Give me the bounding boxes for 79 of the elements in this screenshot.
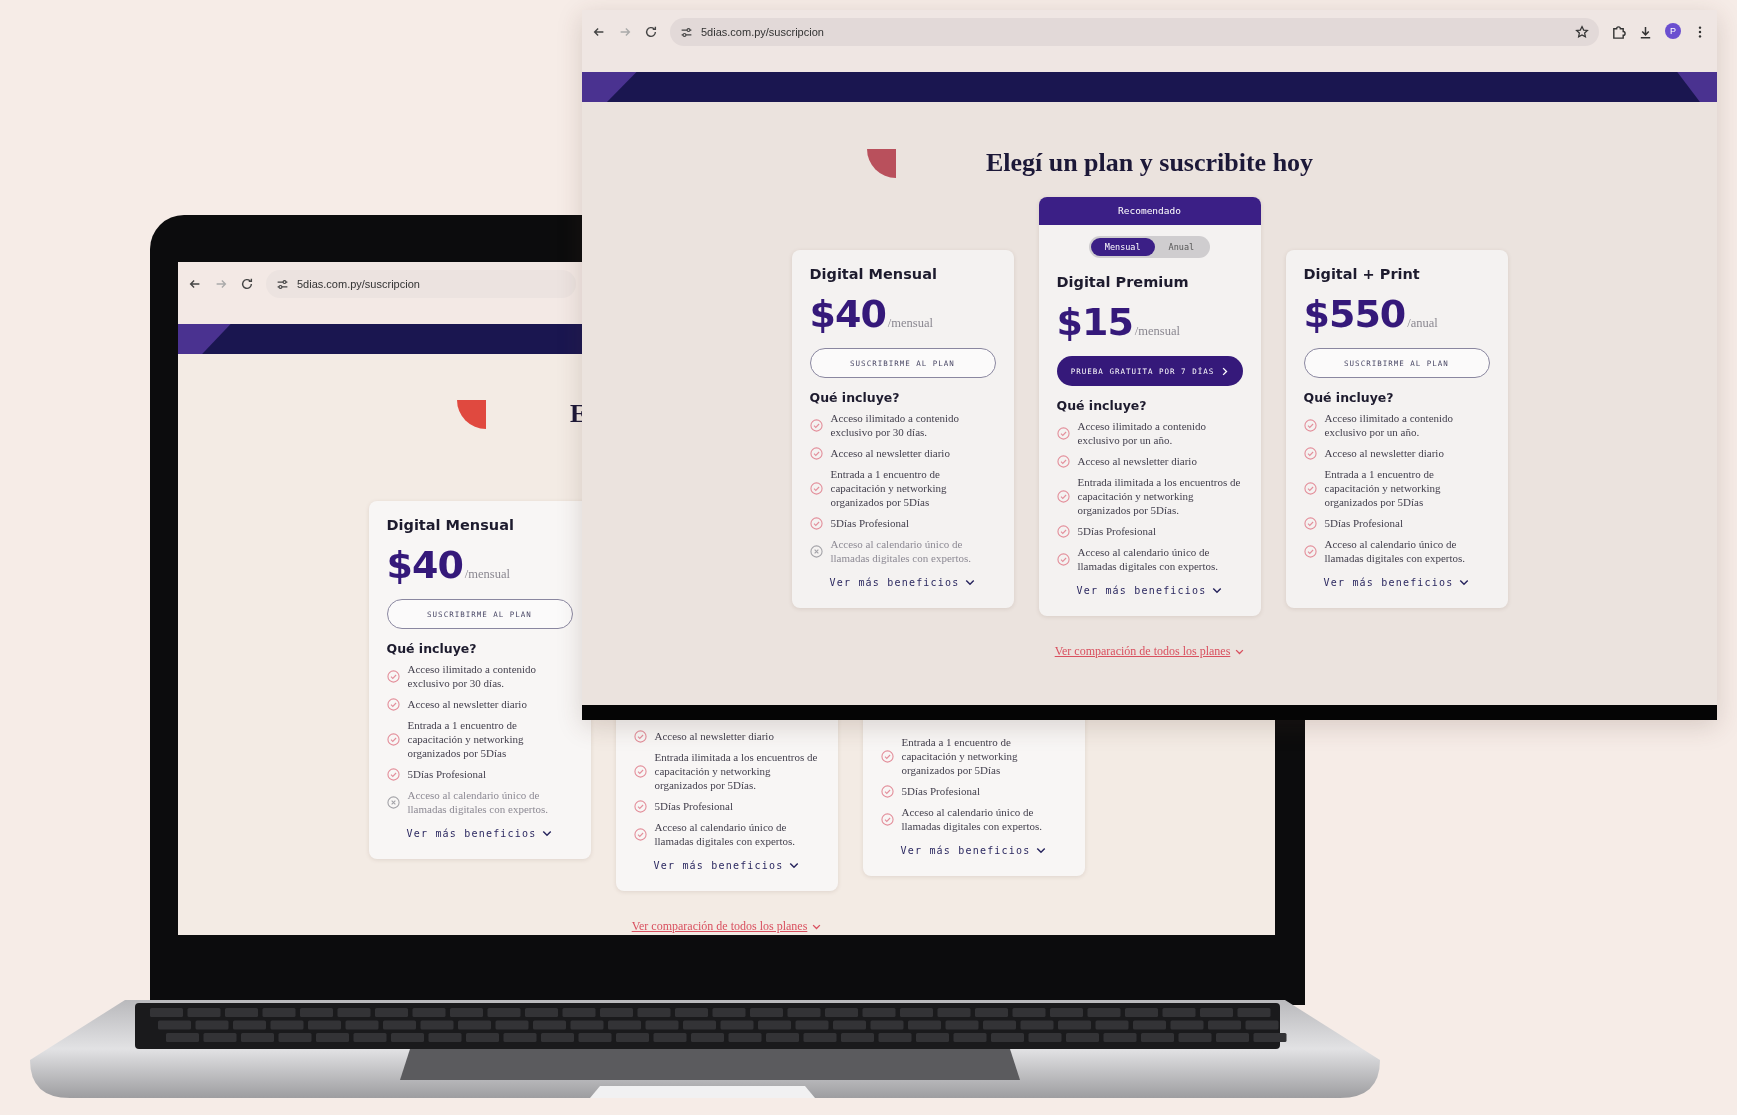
price-period: /mensual <box>1134 324 1180 339</box>
feature-text: Acceso al calendario único de llamadas digitales con expertos. <box>1324 537 1466 565</box>
price-period: /anual <box>1407 316 1438 331</box>
feature-text: 5Días Profesional <box>1077 524 1156 538</box>
chevron-down-icon <box>812 923 822 930</box>
chevron-down-icon <box>1459 579 1470 586</box>
plan-title: Digital Mensual <box>809 266 938 282</box>
feature-text: Acceso ilimitado a contenido exclusivo por un año. <box>1324 411 1455 439</box>
feature-text: 5Días Profesional <box>654 799 733 813</box>
chevron-down-icon <box>542 830 553 837</box>
plan-title: Digital Mensual <box>386 517 515 533</box>
recommended-banner: Recomendado <box>1038 197 1261 225</box>
extensions-icon[interactable] <box>1611 25 1626 40</box>
feature-text: Entrada ilimitada a los encuentros de capacitación y networking organizados por 5Días. <box>654 750 819 792</box>
feature-text: Acceso al newsletter diario <box>654 729 774 743</box>
more-benefits-link[interactable]: Ver más beneficios <box>653 858 800 873</box>
chevron-down-icon <box>789 862 800 869</box>
feature-text: Acceso al calendario único de llamadas digitales con expertos. <box>830 537 972 565</box>
plan-price: $15 <box>1056 300 1133 344</box>
billing-option[interactable]: Mensual <box>1090 238 1155 256</box>
feature-text: Acceso al calendario único de llamadas digitales con expertos. <box>654 820 796 848</box>
bookmark-star-icon[interactable] <box>1575 25 1589 39</box>
includes-heading: Qué incluye? <box>386 641 478 656</box>
feature-text: Entrada a 1 encuentro de capacitación y networking organizados por 5Días <box>407 718 525 760</box>
more-benefits-link[interactable]: Ver más beneficios <box>1323 575 1470 590</box>
feature-text: Entrada a 1 encuentro de capacitación y networking organizados por 5Días <box>901 735 1019 777</box>
feature-text: 5Días Profesional <box>407 767 486 781</box>
plan-price: $40 <box>809 292 886 336</box>
feature-text: 5Días Profesional <box>901 784 980 798</box>
download-icon[interactable] <box>1638 25 1653 40</box>
chevron-down-icon <box>965 579 976 586</box>
profile-avatar[interactable]: P <box>1665 23 1681 39</box>
url-text: 5dias.com.py/suscripcion <box>701 26 825 38</box>
feature-text: Acceso al newsletter diario <box>830 446 950 460</box>
url-text: 5dias.com.py/suscripcion <box>297 278 421 290</box>
more-benefits-link[interactable]: Ver más beneficios <box>829 575 976 590</box>
chevron-down-icon <box>1036 847 1047 854</box>
site-settings-icon[interactable] <box>276 277 289 291</box>
back-icon[interactable] <box>188 277 202 291</box>
plan-price: $40 <box>386 543 463 587</box>
feature-text: Entrada ilimitada a los encuentros de capacitación y networking organizados por 5Días. <box>1077 475 1242 517</box>
address-bar[interactable]: 5dias.com.py/suscripcion <box>266 270 576 298</box>
more-benefits-link[interactable]: Ver más beneficios <box>1076 583 1223 598</box>
feature-text: Acceso al newsletter diario <box>1077 454 1197 468</box>
includes-heading: Qué incluye? <box>809 390 901 405</box>
chevron-right-icon <box>1222 366 1229 376</box>
logo[interactable] <box>457 399 486 429</box>
feature-text: 5Días Profesional <box>1324 516 1403 530</box>
feature-text: 5Días Profesional <box>830 516 909 530</box>
more-benefits-link[interactable]: Ver más beneficios <box>406 826 553 841</box>
compare-plans-link[interactable]: Ver comparación de todos los planes <box>631 919 822 934</box>
feature-text: Acceso al newsletter diario <box>1324 446 1444 460</box>
site-settings-icon[interactable] <box>680 25 693 39</box>
feature-text: Acceso ilimitado a contenido exclusivo por 30 días. <box>830 411 961 439</box>
feature-text: Entrada a 1 encuentro de capacitación y networking organizados por 5Días <box>1324 467 1442 509</box>
address-bar[interactable]: 5dias.com.py/suscripcion <box>670 18 1599 46</box>
feature-text: Acceso al calendario único de llamadas digitales con expertos. <box>1077 545 1219 573</box>
feature-text: Entrada a 1 encuentro de capacitación y networking organizados por 5Días <box>830 467 948 509</box>
reload-icon[interactable] <box>644 25 658 39</box>
more-benefits-link[interactable]: Ver más beneficios <box>900 843 1047 858</box>
logo[interactable] <box>866 148 896 178</box>
back-icon[interactable] <box>592 25 606 39</box>
includes-heading: Qué incluye? <box>1056 398 1148 413</box>
plan-price: $550 <box>1303 292 1406 336</box>
chevron-down-icon <box>1235 648 1245 655</box>
price-period: /mensual <box>887 316 933 331</box>
plan-title: Digital + Print <box>1303 266 1421 282</box>
chevron-down-icon <box>1212 587 1223 594</box>
billing-option[interactable]: Anual <box>1154 238 1209 256</box>
plan-title: Digital Premium <box>1056 274 1190 290</box>
page-heading: Elegí un plan y suscribite hoy <box>985 148 1314 178</box>
feature-text: Acceso al newsletter diario <box>407 697 527 711</box>
feature-text: Acceso al calendario único de llamadas digitales con expertos. <box>407 788 549 816</box>
feature-text: Acceso ilimitado a contenido exclusivo por 30 días. <box>407 662 538 690</box>
feature-text: Acceso ilimitado a contenido exclusivo por un año. <box>1077 419 1208 447</box>
price-period: /mensual <box>464 567 510 582</box>
feature-text: Acceso al calendario único de llamadas digitales con expertos. <box>901 805 1043 833</box>
reload-icon[interactable] <box>240 277 254 291</box>
includes-heading: Qué incluye? <box>1303 390 1395 405</box>
